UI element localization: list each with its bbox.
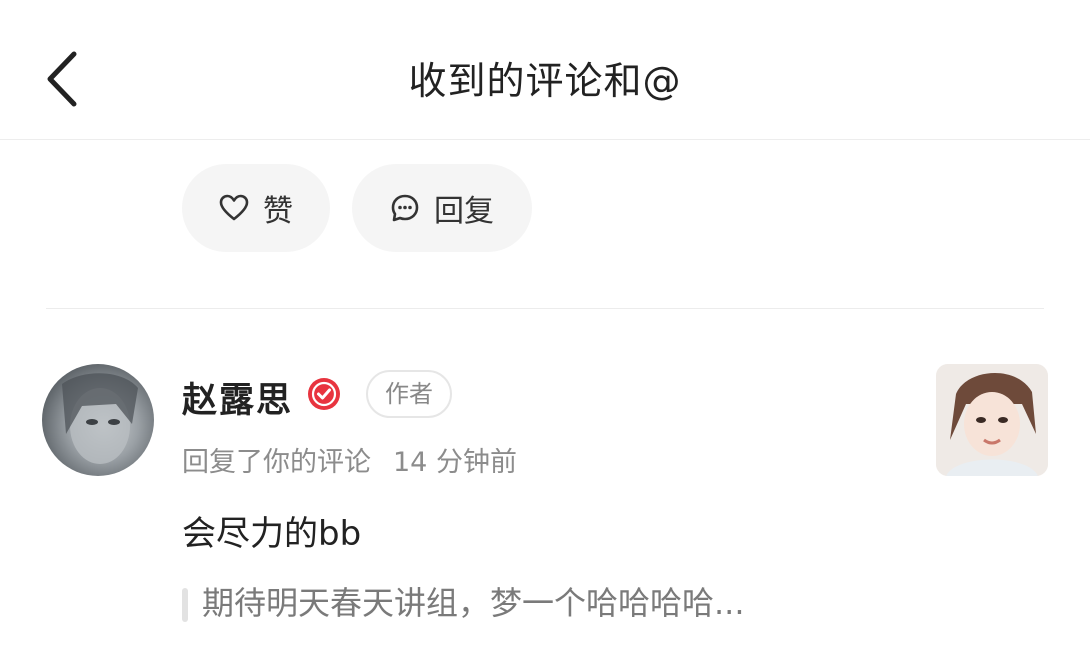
comment-content[interactable]: 会尽力的bb xyxy=(182,506,361,555)
chat-bubble-icon xyxy=(391,194,419,222)
divider xyxy=(46,308,1044,309)
quote-bar xyxy=(182,588,188,622)
quoted-comment[interactable]: 期待明天春天讲组，梦一个哈哈哈哈... xyxy=(182,578,922,622)
heart-icon xyxy=(219,194,249,221)
page-title: 收到的评论和@ xyxy=(408,59,682,103)
top-bar: 收到的评论和@ xyxy=(0,0,1090,140)
notifications-page: 收到的评论和@ 赞 回复 赵露思 作者 回复了你的评论 14 分钟前 会尽力的b… xyxy=(0,0,1090,652)
like-label: 赞 xyxy=(263,194,293,229)
avatar[interactable] xyxy=(42,364,154,476)
thumbnail-image xyxy=(936,364,1048,476)
quoted-text: 期待明天春天讲组，梦一个哈哈哈哈... xyxy=(202,584,745,622)
verified-badge-icon xyxy=(308,378,340,410)
timestamp: 14 分钟前 xyxy=(393,447,517,478)
username[interactable]: 赵露思 xyxy=(182,372,293,423)
action-text: 回复了你的评论 xyxy=(182,447,371,478)
like-button[interactable]: 赞 xyxy=(182,164,330,252)
avatar-image xyxy=(62,373,138,464)
reply-button[interactable]: 回复 xyxy=(352,164,532,252)
post-thumbnail[interactable] xyxy=(936,364,1048,476)
reply-label: 回复 xyxy=(434,194,494,229)
author-badge: 作者 xyxy=(366,370,452,418)
comment-meta: 回复了你的评论 14 分钟前 xyxy=(182,440,517,479)
